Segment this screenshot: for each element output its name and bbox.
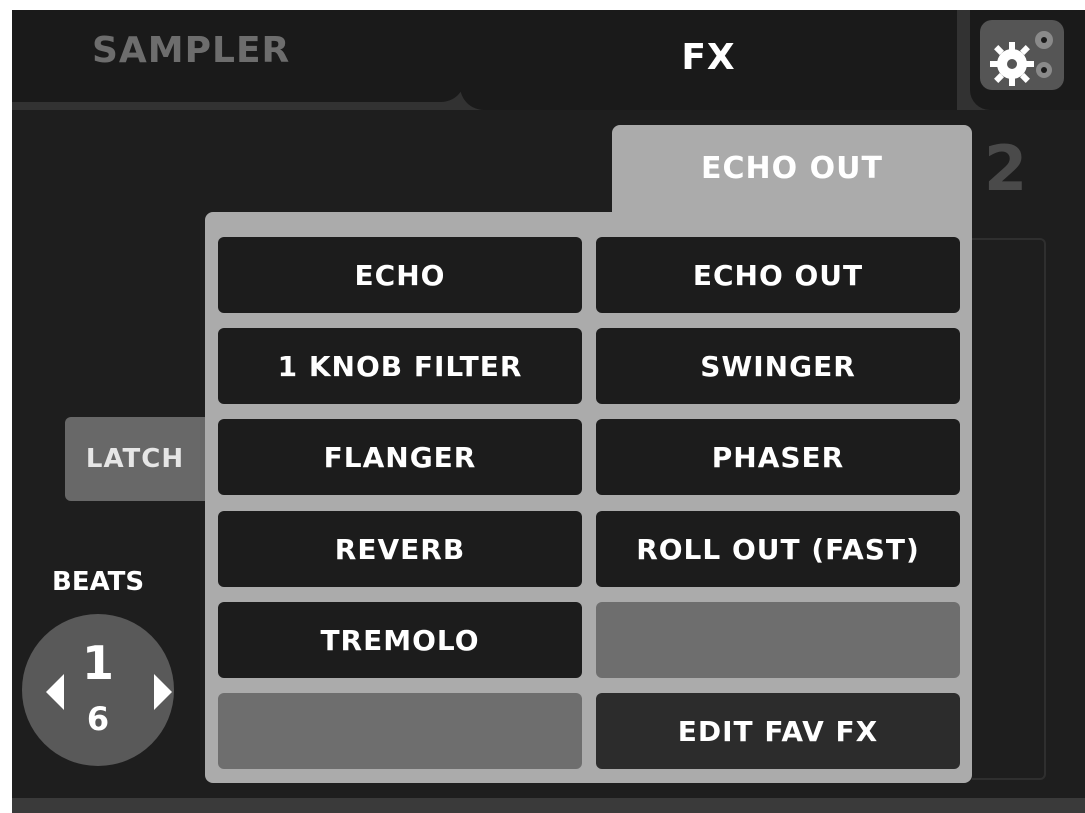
fx-item-reverb[interactable]: REVERB: [218, 511, 582, 587]
fx-item-roll-out-fast[interactable]: ROLL OUT (FAST): [596, 511, 960, 587]
deck-number: 2: [984, 132, 1028, 205]
fx-item-flanger[interactable]: FLANGER: [218, 419, 582, 495]
tab-sampler[interactable]: SAMPLER: [12, 10, 465, 102]
latch-button[interactable]: LATCH: [65, 417, 205, 501]
fx-item-1-knob-filter[interactable]: 1 KNOB FILTER: [218, 328, 582, 404]
fx-item-tremolo[interactable]: TREMOLO: [218, 602, 582, 678]
fx-item-empty-slot[interactable]: [596, 602, 960, 678]
beats-denominator: 6: [86, 700, 110, 738]
settings-button[interactable]: [970, 10, 1085, 110]
fx-app-window: SAMPLER FX 2 LATCH BEATS 1 6 ECHO OUT EC…: [12, 10, 1085, 813]
bottom-strip: [12, 798, 1085, 813]
tab-fx[interactable]: FX: [460, 10, 957, 110]
beats-label: BEATS: [52, 567, 145, 597]
beats-numerator: 1: [81, 636, 114, 690]
beats-decrease-icon[interactable]: [46, 674, 64, 710]
fx-item-swinger[interactable]: SWINGER: [596, 328, 960, 404]
tab-fx-label: FX: [681, 36, 736, 78]
latch-label: LATCH: [85, 444, 185, 474]
gears-icon: [990, 31, 1053, 86]
tab-sampler-label: SAMPLER: [92, 30, 291, 71]
beats-increase-icon[interactable]: [154, 674, 172, 710]
deck-outline: [972, 238, 1046, 780]
beats-control: 1 6: [22, 614, 174, 766]
fx-select-popup: ECHO ECHO OUT 1 KNOB FILTER SWINGER FLAN…: [205, 212, 972, 783]
fx-item-empty-slot[interactable]: [218, 693, 582, 769]
fx-item-echo-out[interactable]: ECHO OUT: [596, 237, 960, 313]
selected-fx-label: ECHO OUT: [701, 151, 883, 186]
fx-item-phaser[interactable]: PHASER: [596, 419, 960, 495]
fx-item-echo[interactable]: ECHO: [218, 237, 582, 313]
edit-fav-fx-button[interactable]: EDIT FAV FX: [596, 693, 960, 769]
